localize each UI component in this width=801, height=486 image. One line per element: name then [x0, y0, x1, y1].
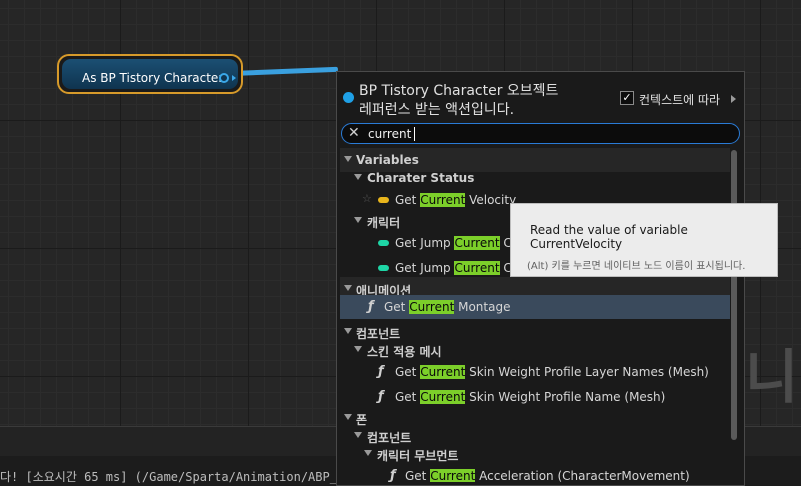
expand-arrow-icon — [344, 285, 352, 291]
search-value: current — [368, 127, 412, 141]
tooltip-hint: (Alt) 키를 누르면 네이티브 노드 이름이 표시됩니다. — [527, 261, 746, 272]
cast-node[interactable]: As BP Tistory Character — [57, 54, 243, 94]
search-input[interactable]: ✕ current — [341, 123, 740, 144]
menu-title-line1: BP Tistory Character 오브젝트 — [359, 83, 559, 99]
tooltip-description: Read the value of variable CurrentVeloci… — [530, 223, 688, 251]
expand-arrow-icon — [354, 174, 362, 180]
context-arrow-icon[interactable] — [731, 95, 736, 103]
expand-arrow-icon — [364, 450, 372, 456]
expand-arrow-icon — [354, 346, 362, 352]
pin-arrow-icon — [232, 75, 236, 81]
variable-pill-icon — [378, 265, 389, 271]
cast-node-label: As BP Tistory Character — [82, 71, 224, 85]
expand-arrow-icon — [344, 328, 352, 334]
expand-arrow-icon — [354, 432, 362, 438]
expand-arrow-icon — [344, 414, 352, 420]
list-item-selected[interactable]: ƒ Get Current Montage — [340, 295, 730, 319]
menu-title-line2: 레퍼런스 받는 액션입니다. — [359, 102, 515, 118]
scrollbar-thumb[interactable] — [731, 150, 737, 440]
object-pin-icon[interactable] — [219, 73, 229, 83]
expand-arrow-icon — [354, 217, 362, 223]
function-icon: ƒ — [368, 299, 374, 314]
function-icon: ƒ — [378, 364, 384, 379]
category-char-movement[interactable]: 캐릭터 무브먼트 — [340, 442, 730, 466]
expand-arrow-icon — [344, 156, 352, 162]
variable-pill-icon — [378, 240, 389, 246]
category-charater-status[interactable]: Charater Status — [340, 166, 730, 190]
context-sensitive-label[interactable]: 컨텍스트에 따라 — [639, 91, 720, 108]
favorite-star-icon[interactable]: ☆ — [362, 192, 372, 205]
category-skin-mesh[interactable]: 스킨 적용 메시 — [340, 338, 730, 362]
clear-search-icon[interactable]: ✕ — [348, 125, 360, 141]
function-icon: ƒ — [378, 389, 384, 404]
function-icon: ƒ — [390, 468, 396, 482]
object-dot-icon — [343, 92, 354, 103]
action-menu: BP Tistory Character 오브젝트 레퍼런스 받는 액션입니다.… — [336, 71, 745, 486]
variable-pill-icon — [378, 197, 389, 203]
cast-node-body: As BP Tistory Character — [62, 59, 238, 89]
tooltip: Read the value of variable CurrentVeloci… — [510, 203, 778, 277]
context-sensitive-checkbox[interactable]: ✓ — [620, 91, 634, 105]
background-watermark-text: 니 — [745, 343, 799, 411]
list-item[interactable]: ƒ Get Current Skin Weight Profile Layer … — [340, 360, 730, 384]
action-list: Variables Charater Status ☆ Get Current … — [340, 148, 730, 482]
list-item[interactable]: ƒ Get Current Acceleration (CharacterMov… — [340, 464, 730, 482]
text-caret — [414, 127, 415, 141]
